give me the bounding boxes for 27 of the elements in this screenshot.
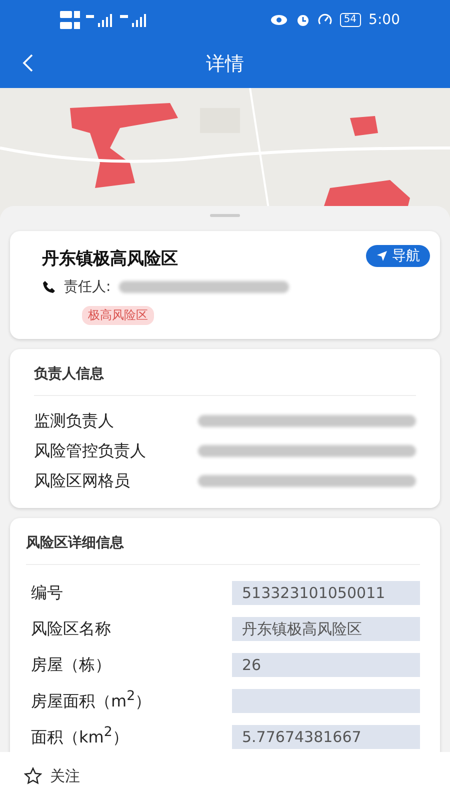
section-title: 风险区详细信息 — [26, 532, 420, 565]
location-arrow-icon — [376, 250, 388, 262]
row-label: 风险区网格员 — [34, 470, 131, 492]
field-label: 面积（km$^{2}$） — [31, 725, 130, 749]
value-field: 513323101050011 — [232, 581, 420, 605]
page-title: 详情 — [206, 52, 244, 77]
field-label: 房屋（栋） — [31, 654, 112, 676]
battery-level: 54 — [340, 13, 361, 27]
field-label: 房屋面积（m$^{2}$） — [31, 689, 152, 713]
row-label: 监测负责人 — [34, 410, 115, 432]
section-title: 负责人信息 — [34, 363, 416, 396]
phone-icon — [42, 280, 56, 294]
area-title: 丹东镇极高风险区 — [42, 248, 178, 270]
value-field: 26 — [232, 653, 420, 677]
value-field: 丹东镇极高风险区 — [232, 617, 420, 641]
clock-time: 5:00 — [368, 12, 400, 28]
field-label: 风险区名称 — [31, 618, 112, 640]
value-field: 5.77674381667 — [232, 725, 420, 749]
speedometer-icon — [318, 13, 332, 27]
navigate-button[interactable]: 导航 — [366, 245, 430, 267]
risk-tag: 极高风险区 — [82, 306, 154, 325]
contact-label: 责任人: — [64, 278, 111, 296]
eye-icon — [270, 14, 288, 26]
star-icon — [24, 767, 42, 785]
follow-button[interactable]: 关注 — [24, 766, 80, 786]
row-label: 风险管控负责人 — [34, 440, 147, 462]
field-label: 编号 — [31, 582, 64, 604]
